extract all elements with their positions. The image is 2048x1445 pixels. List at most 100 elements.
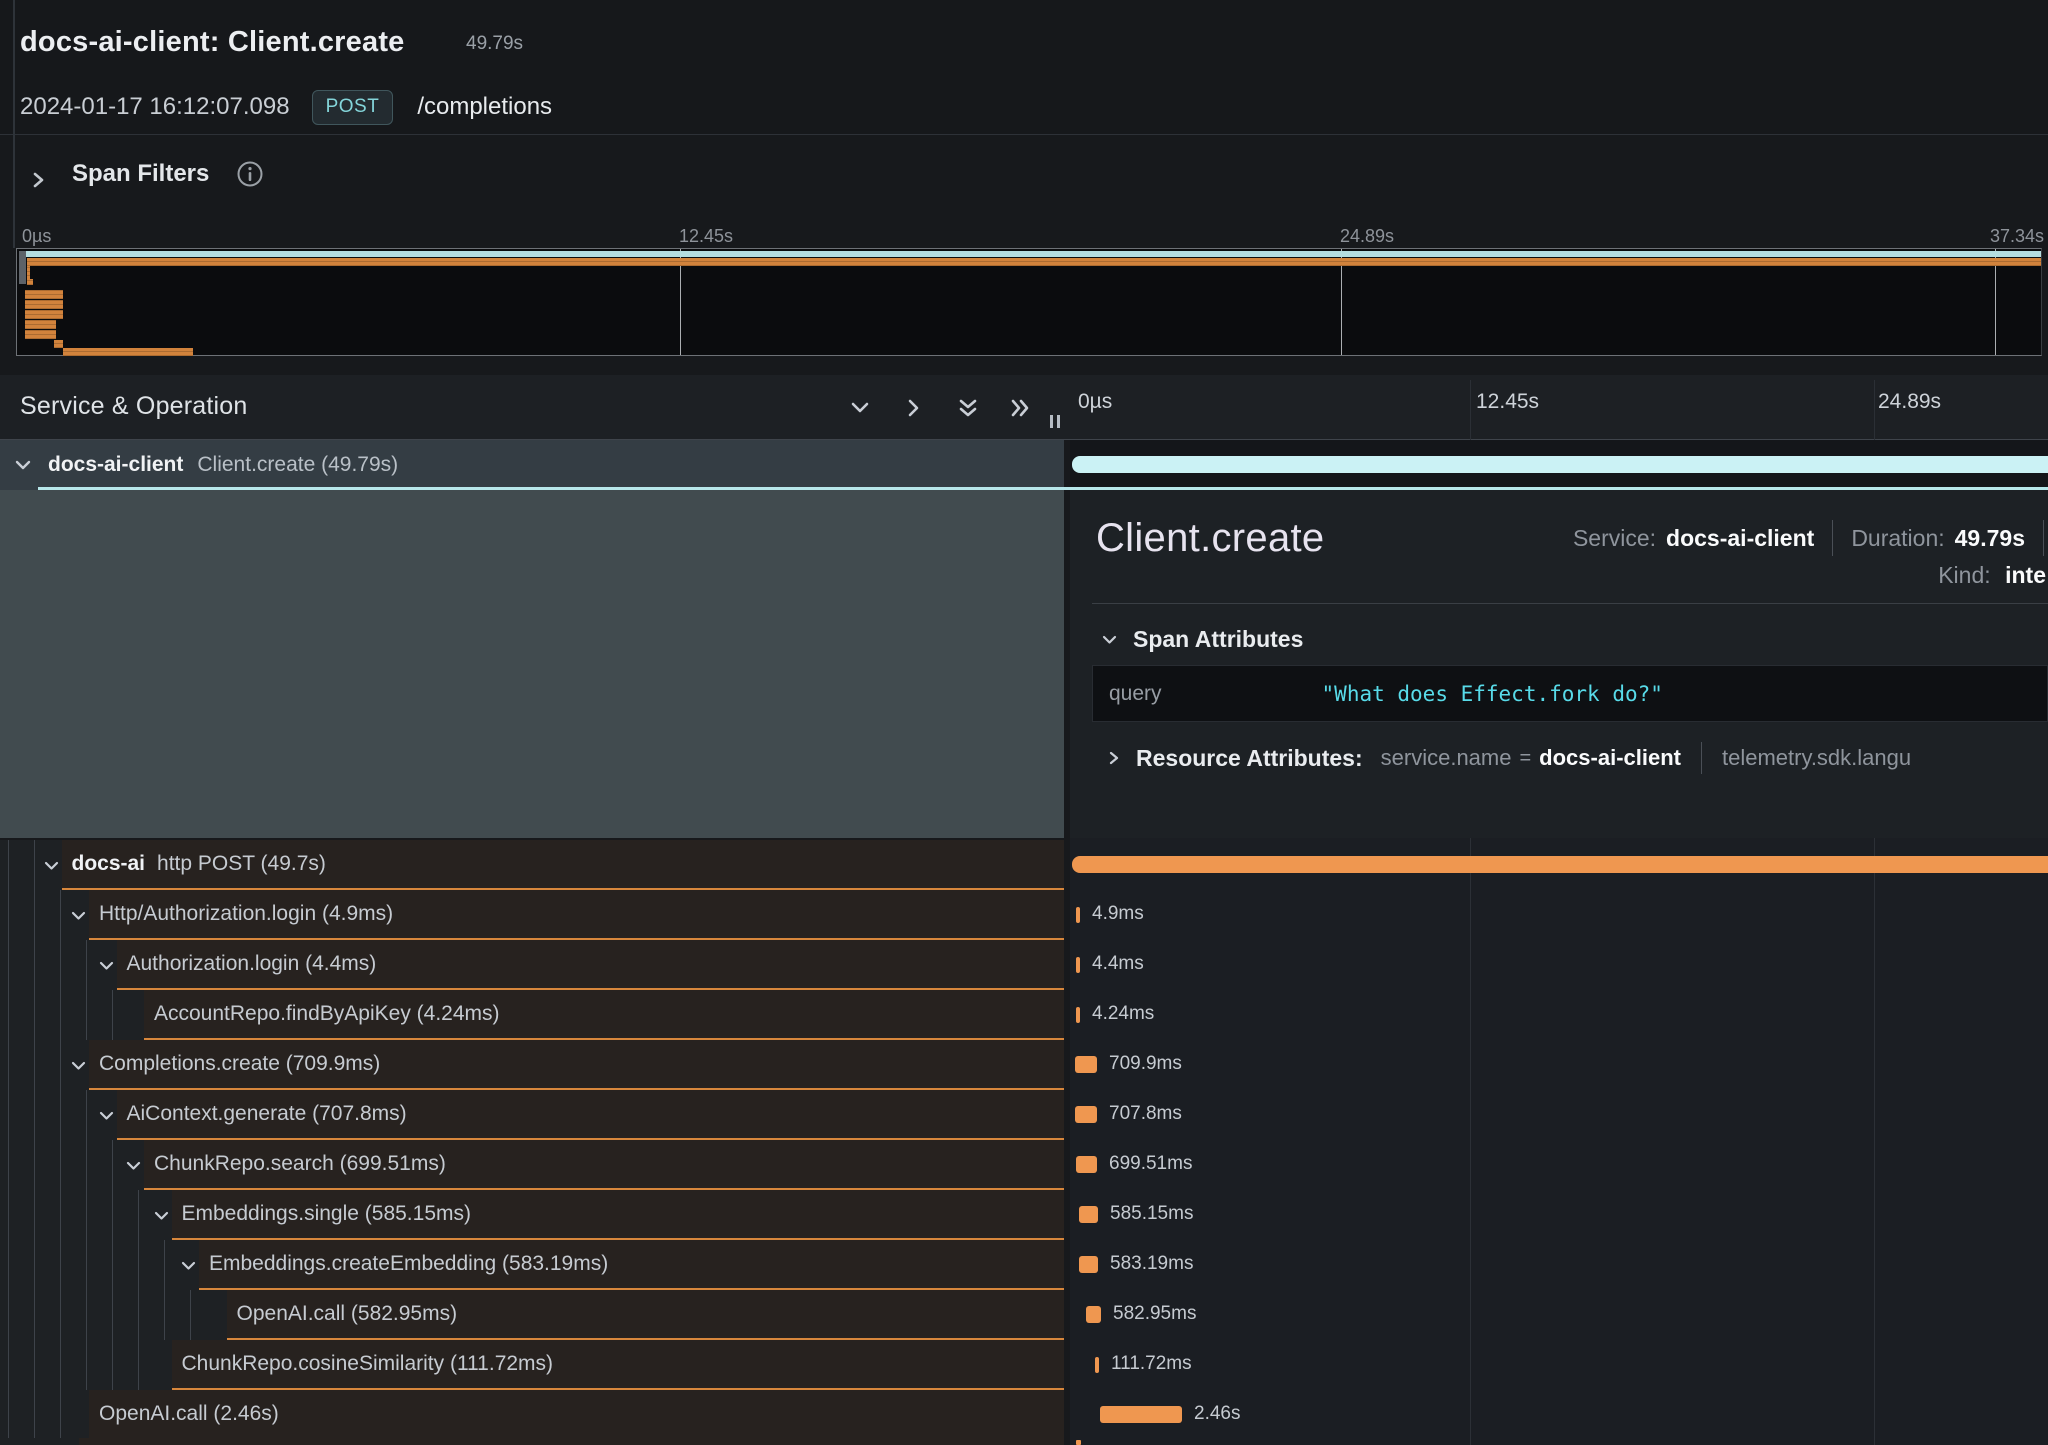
span-row[interactable]: Embeddings.single (585.15ms) (0, 1190, 1064, 1240)
span-timeline-row[interactable]: 4.24ms (1070, 990, 2048, 1040)
indent-guide (34, 1140, 35, 1190)
span-duration-bar[interactable] (1076, 1007, 1080, 1023)
span-duration-label: 111.72ms (1111, 1353, 1192, 1375)
span-row-partial[interactable] (0, 1438, 1064, 1445)
indent-guide (8, 1140, 9, 1190)
column-resize-handle[interactable] (1050, 415, 1060, 428)
indent-guide (60, 990, 61, 1040)
span-operation-name: OpenAI.call (582.95ms) (237, 1302, 458, 1326)
span-duration-bar[interactable] (1086, 1306, 1101, 1323)
chevron-down-icon[interactable] (14, 459, 32, 471)
span-timeline-row[interactable]: 2.46s (1070, 1390, 2048, 1440)
span-row[interactable]: OpenAI.call (582.95ms) (0, 1290, 1064, 1340)
indent-guide (86, 1340, 87, 1390)
minimap-span-bar (54, 340, 63, 348)
indent-guide (138, 1190, 139, 1240)
collapse-one-icon[interactable] (848, 396, 872, 420)
span-timeline-row[interactable]: 707.8ms (1070, 1090, 2048, 1140)
indent-guide (8, 840, 9, 890)
indent-guide (138, 1340, 139, 1390)
span-row[interactable]: OpenAI.call (2.46s) (0, 1390, 1064, 1440)
span-duration-bar[interactable] (1100, 1406, 1182, 1423)
chevron-down-icon[interactable] (99, 1111, 114, 1121)
resource-divider (1701, 742, 1702, 774)
collapse-all-icon[interactable] (956, 396, 980, 420)
duration-label: Duration: (1851, 525, 1944, 552)
span-row[interactable]: Http/Authorization.login (4.9ms) (0, 890, 1064, 940)
span-row[interactable]: AiContext.generate (707.8ms) (0, 1090, 1064, 1140)
expand-one-icon[interactable] (902, 396, 926, 420)
span-duration-label: 2.46s (1194, 1403, 1240, 1425)
info-icon[interactable] (236, 160, 264, 188)
request-path: /completions (417, 93, 552, 121)
chevron-down-icon[interactable] (71, 911, 86, 921)
chevron-down-icon[interactable] (99, 961, 114, 971)
span-row[interactable]: AccountRepo.findByApiKey (4.24ms) (0, 990, 1064, 1040)
span-row[interactable]: docs-aihttp POST (49.7s) (0, 840, 1064, 890)
indent-guide (164, 1240, 165, 1290)
span-timeline-row[interactable]: 4.9ms (1070, 890, 2048, 940)
span-timeline-row[interactable]: 111.72ms (1070, 1340, 2048, 1390)
span-duration-bar[interactable] (1095, 1357, 1099, 1373)
span-row[interactable]: ChunkRepo.search (699.51ms) (0, 1140, 1064, 1190)
span-timeline-row[interactable] (1070, 840, 2048, 890)
trace-duration: 49.79s (466, 33, 523, 55)
chevron-down-icon[interactable] (44, 861, 59, 871)
resource-value: docs-ai-client (1539, 745, 1681, 771)
span-filters-label[interactable]: Span Filters (72, 160, 209, 188)
minimap-drag-handle[interactable] (19, 251, 26, 284)
indent-guide (34, 1290, 35, 1340)
indent-guide (86, 940, 87, 990)
span-row[interactable]: ChunkRepo.cosineSimilarity (111.72ms) (0, 1340, 1064, 1390)
span-row[interactable]: Embeddings.createEmbedding (583.19ms) (0, 1240, 1064, 1290)
span-row[interactable]: Completions.create (709.9ms) (0, 1040, 1064, 1090)
indent-guide (34, 1240, 35, 1290)
span-duration-bar[interactable] (1075, 1106, 1097, 1123)
span-operation-name: Embeddings.single (585.15ms) (182, 1202, 472, 1226)
indent-guide (112, 1140, 113, 1190)
indent-guide (8, 1190, 9, 1240)
span-timeline-row[interactable]: 4.4ms (1070, 940, 2048, 990)
chevron-right-icon[interactable] (30, 170, 46, 190)
span-duration-bar[interactable] (1072, 456, 2048, 473)
span-row-selected[interactable]: docs-ai-client Client.create (49.79s) (0, 440, 1064, 490)
indent-guide (8, 1090, 9, 1140)
span-timeline-row[interactable]: 582.95ms (1070, 1290, 2048, 1340)
indent-guide (8, 940, 9, 990)
chevron-down-icon[interactable] (126, 1161, 141, 1171)
indent-guide (190, 1290, 191, 1340)
span-duration-bar[interactable] (1076, 957, 1080, 973)
chevron-down-icon[interactable] (154, 1211, 169, 1221)
resource-more: telemetry.sdk.langu (1722, 745, 1911, 771)
chevron-down-icon[interactable] (181, 1261, 196, 1271)
indent-guide (164, 1290, 165, 1340)
span-attributes-header[interactable]: Span Attributes (1102, 626, 1303, 653)
http-method-badge: POST (312, 90, 394, 125)
span-duration-bar[interactable] (1075, 1056, 1097, 1073)
expand-all-icon[interactable] (1008, 396, 1032, 420)
span-duration-bar[interactable] (1076, 1156, 1097, 1173)
span-timeline-row[interactable]: 699.51ms (1070, 1140, 2048, 1190)
service-operation-column-header: Service & Operation (20, 392, 248, 421)
span-duration-label: 707.8ms (1109, 1103, 1182, 1125)
span-detail-panel: Client.create Service: docs-ai-client Du… (1070, 490, 2048, 838)
span-duration-bar[interactable] (1079, 1206, 1098, 1223)
minimap-span-bar (25, 251, 2041, 257)
span-timeline-row[interactable]: 585.15ms (1070, 1190, 2048, 1240)
span-row[interactable]: Authorization.login (4.4ms) (0, 940, 1064, 990)
span-duration-bar[interactable] (1072, 856, 2048, 873)
resource-attributes-row[interactable]: Resource Attributes: service.name = docs… (1108, 742, 1911, 774)
span-duration-label: 699.51ms (1109, 1153, 1192, 1175)
minimap-span-bar (25, 290, 63, 299)
span-timeline-row-selected[interactable] (1070, 440, 2048, 490)
timeline-minimap[interactable] (16, 248, 2042, 356)
indent-guide (8, 990, 9, 1040)
resource-equals: = (1519, 747, 1531, 770)
timeline-ruler-tick: 0µs (1078, 390, 1112, 414)
span-operation-name: Completions.create (709.9ms) (99, 1052, 380, 1076)
span-duration-bar[interactable] (1079, 1256, 1098, 1273)
span-duration-bar[interactable] (1076, 907, 1080, 923)
span-timeline-row[interactable]: 709.9ms (1070, 1040, 2048, 1090)
chevron-down-icon[interactable] (71, 1061, 86, 1071)
span-timeline-row[interactable]: 583.19ms (1070, 1240, 2048, 1290)
